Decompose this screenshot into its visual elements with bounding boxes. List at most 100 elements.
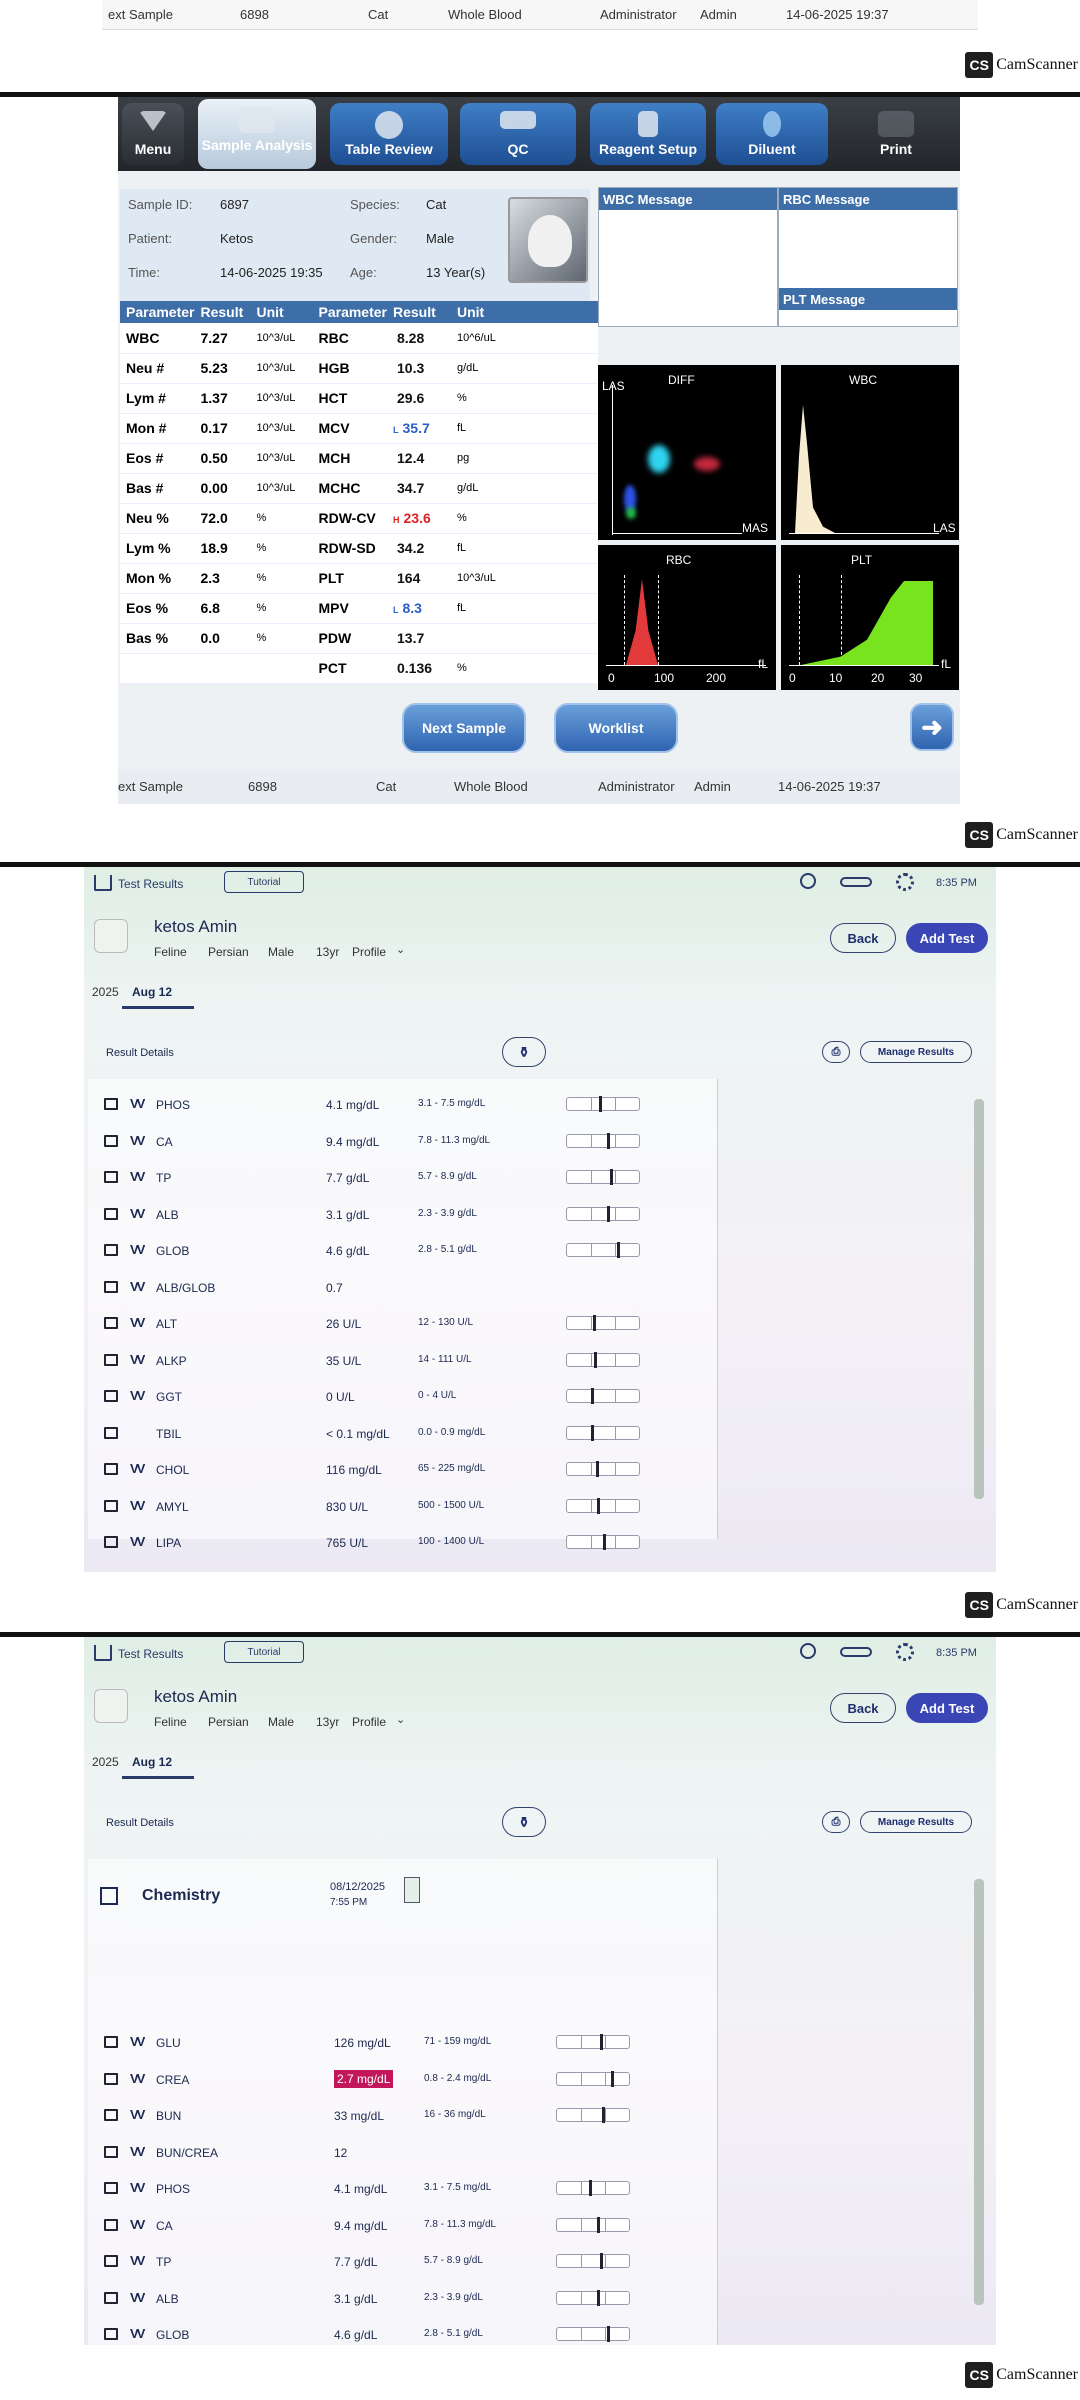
book-icon[interactable] — [104, 1353, 118, 1366]
tutorial-button[interactable]: Tutorial — [224, 871, 304, 893]
result-row[interactable]: VV LIPA 765 U/L 100 - 1400 U/L — [88, 1525, 717, 1561]
trend-icon[interactable]: VV — [130, 2180, 145, 2195]
collapse-icon[interactable] — [100, 1887, 118, 1905]
result-row[interactable]: VV ALKP 35 U/L 14 - 111 U/L — [88, 1343, 717, 1379]
printer-icon[interactable]: ⎙ — [822, 1811, 850, 1833]
scrollbar[interactable] — [974, 1099, 984, 1499]
tab-sample-analysis[interactable]: Sample Analysis — [198, 99, 316, 169]
profile-dropdown[interactable]: Profile — [352, 1715, 386, 1729]
trend-icon[interactable]: VV — [130, 1352, 145, 1367]
book-icon[interactable] — [104, 2328, 118, 2340]
result-row[interactable]: VV TP 7.7 g/dL 5.7 - 8.9 g/dL — [88, 2244, 717, 2280]
search-icon[interactable] — [800, 873, 816, 889]
book-icon[interactable] — [104, 2291, 118, 2304]
tab-qc[interactable]: QC — [460, 103, 576, 165]
book-icon[interactable] — [104, 1280, 118, 1293]
home-icon[interactable] — [94, 875, 112, 891]
result-row[interactable]: VV GLU 126 mg/dL 71 - 159 mg/dL — [88, 2025, 717, 2061]
result-row[interactable]: VV ALB 3.1 g/dL 2.3 - 3.9 g/dL — [88, 1197, 717, 1233]
home-icon[interactable] — [94, 1645, 112, 1661]
result-details-dropdown[interactable]: Result Details — [106, 1047, 174, 1059]
book-icon[interactable] — [104, 1207, 118, 1220]
tab-menu[interactable]: Menu — [122, 103, 184, 165]
result-row[interactable]: VV AMYL 830 U/L 500 - 1500 U/L — [88, 1489, 717, 1525]
profile-dropdown[interactable]: Profile — [352, 945, 386, 959]
trend-icon[interactable]: VV — [130, 2144, 145, 2159]
result-row[interactable]: VV BUN/CREA 12 — [88, 2135, 717, 2171]
search-icon[interactable] — [800, 1643, 816, 1659]
result-row[interactable]: VV GGT 0 U/L 0 - 4 U/L — [88, 1379, 717, 1415]
book-icon[interactable] — [104, 2182, 118, 2194]
trend-icon[interactable]: VV — [130, 2071, 145, 2086]
result-details-dropdown[interactable]: Result Details — [106, 1817, 174, 1829]
book-icon[interactable] — [104, 1098, 118, 1110]
result-row[interactable]: VV CA 9.4 mg/dL 7.8 - 11.3 mg/dL — [88, 1124, 717, 1160]
tab-date[interactable]: Aug 12 — [122, 975, 194, 1009]
manage-results-button[interactable]: Manage Results — [860, 1041, 972, 1063]
result-row[interactable]: VV GLOB 4.6 g/dL 2.8 - 5.1 g/dL — [88, 2317, 717, 2345]
add-test-button[interactable]: Add Test — [906, 1693, 988, 1723]
book-icon[interactable] — [104, 1244, 118, 1256]
trend-icon[interactable]: VV — [130, 1388, 145, 1403]
trend-icon[interactable]: VV — [130, 2326, 145, 2341]
next-sample-button[interactable]: Next Sample — [402, 703, 526, 753]
trend-icon[interactable]: VV — [130, 1279, 145, 1294]
tab-print[interactable]: Print — [840, 103, 952, 165]
flask-icon[interactable]: ⚱ — [502, 1037, 546, 1067]
result-row[interactable]: VV PHOS 4.1 mg/dL 3.1 - 7.5 mg/dL — [88, 2171, 717, 2207]
book-icon[interactable] — [104, 1134, 118, 1147]
trend-icon[interactable]: VV — [130, 1169, 145, 1184]
chevron-down-icon[interactable]: ⌄ — [396, 943, 405, 956]
tab-date[interactable]: Aug 12 — [122, 1745, 194, 1779]
manage-results-button[interactable]: Manage Results — [860, 1811, 972, 1833]
book-icon[interactable] — [104, 2218, 118, 2231]
result-row[interactable]: VV TP 7.7 g/dL 5.7 - 8.9 g/dL — [88, 1160, 717, 1196]
result-row[interactable]: VV ALB/GLOB 0.7 — [88, 1270, 717, 1306]
book-icon[interactable] — [104, 1499, 118, 1512]
trend-icon[interactable]: VV — [130, 1534, 145, 1549]
book-icon[interactable] — [104, 2036, 118, 2048]
gear-icon[interactable] — [896, 1643, 914, 1661]
sync-icon[interactable] — [840, 1647, 872, 1657]
result-row[interactable]: VV BUN 33 mg/dL 16 - 36 mg/dL — [88, 2098, 717, 2134]
result-row[interactable]: VV CHOL 116 mg/dL 65 - 225 mg/dL — [88, 1452, 717, 1488]
book-icon[interactable] — [104, 2255, 118, 2267]
result-row[interactable]: VV CREA 2.7 mg/dL 0.8 - 2.4 mg/dL — [88, 2062, 717, 2098]
result-row[interactable]: VV PHOS 4.1 mg/dL 3.1 - 7.5 mg/dL — [88, 1087, 717, 1123]
trend-icon[interactable]: VV — [130, 1315, 145, 1330]
book-icon[interactable] — [104, 2109, 118, 2121]
trend-icon[interactable]: VV — [130, 2217, 145, 2232]
tab-diluent[interactable]: Diluent — [716, 103, 828, 165]
result-row[interactable]: VV ALT 26 U/L 12 - 130 U/L — [88, 1306, 717, 1342]
book-icon[interactable] — [104, 1171, 118, 1183]
trend-icon[interactable]: VV — [130, 2253, 145, 2268]
worklist-button[interactable]: Worklist — [554, 703, 678, 753]
tab-reagent-setup[interactable]: Reagent Setup — [590, 103, 706, 165]
add-test-button[interactable]: Add Test — [906, 923, 988, 953]
back-button[interactable]: Back — [830, 1693, 896, 1723]
trend-icon[interactable]: VV — [130, 2290, 145, 2305]
result-row[interactable]: VV GLOB 4.6 g/dL 2.8 - 5.1 g/dL — [88, 1233, 717, 1269]
tab-table-review[interactable]: Table Review — [330, 103, 448, 165]
book-icon[interactable] — [104, 1317, 118, 1329]
trend-icon[interactable]: VV — [130, 1133, 145, 1148]
tutorial-button[interactable]: Tutorial — [224, 1641, 304, 1663]
trend-icon[interactable]: VV — [130, 1242, 145, 1257]
scrollbar[interactable] — [974, 1879, 984, 2305]
flask-icon[interactable]: ⚱ — [502, 1807, 546, 1837]
sync-icon[interactable] — [840, 877, 872, 887]
gear-icon[interactable] — [896, 873, 914, 891]
book-icon[interactable] — [104, 1463, 118, 1475]
book-icon[interactable] — [104, 2145, 118, 2158]
trend-icon[interactable]: VV — [130, 2107, 145, 2122]
book-icon[interactable] — [104, 1536, 118, 1548]
chevron-down-icon[interactable]: ⌄ — [396, 1713, 405, 1726]
trend-icon[interactable]: VV — [130, 2034, 145, 2049]
next-arrow-icon[interactable]: ➜ — [910, 703, 954, 751]
result-row[interactable]: VV ALB 3.1 g/dL 2.3 - 3.9 g/dL — [88, 2281, 717, 2317]
trend-icon[interactable]: VV — [130, 1096, 145, 1111]
book-icon[interactable] — [104, 1390, 118, 1402]
printer-icon[interactable]: ⎙ — [822, 1041, 850, 1063]
trend-icon[interactable]: VV — [130, 1498, 145, 1513]
back-button[interactable]: Back — [830, 923, 896, 953]
